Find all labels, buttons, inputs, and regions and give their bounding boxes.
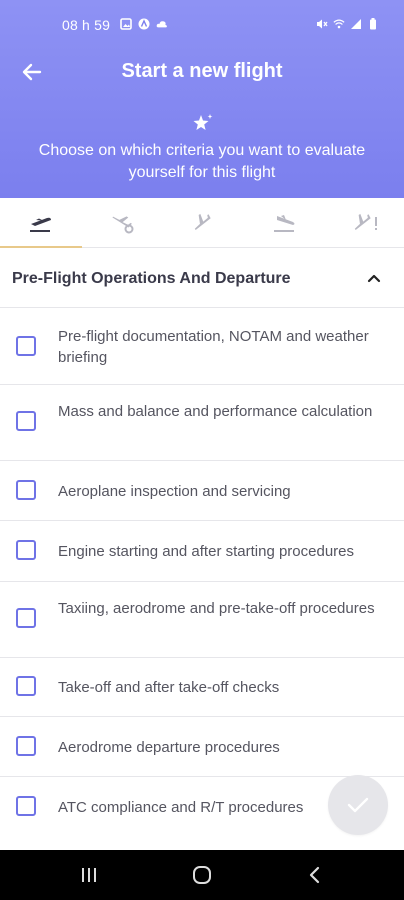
criteria-label: Take-off and after take-off checks bbox=[58, 679, 280, 696]
home-button[interactable] bbox=[189, 862, 215, 888]
plane-icon bbox=[194, 213, 211, 230]
cloud-icon bbox=[156, 21, 167, 28]
nav-back-button[interactable] bbox=[302, 862, 328, 888]
checkbox[interactable] bbox=[16, 336, 36, 356]
category-tabs bbox=[0, 198, 404, 248]
active-tab-indicator bbox=[0, 246, 82, 248]
subtitle: Choose on which criteria you want to eva… bbox=[38, 142, 366, 181]
home-icon bbox=[193, 866, 211, 884]
criteria-label: Aerodrome departure procedures bbox=[58, 739, 280, 756]
tab-plane-gear[interactable] bbox=[82, 198, 162, 248]
recents-icon bbox=[82, 868, 96, 882]
app-icon bbox=[138, 18, 150, 30]
checkbox[interactable] bbox=[16, 480, 36, 500]
criteria-label: Taxiing, aerodrome and pre-take-off proc… bbox=[58, 600, 375, 617]
signal-icon bbox=[351, 19, 361, 29]
page-title: Start a new flight bbox=[121, 60, 283, 82]
wifi-icon bbox=[333, 19, 345, 29]
sparkle-icon bbox=[193, 114, 213, 130]
tab-arrival[interactable] bbox=[244, 198, 324, 248]
back-icon bbox=[309, 866, 320, 884]
checkbox[interactable] bbox=[16, 736, 36, 756]
tab-plane[interactable] bbox=[163, 198, 243, 248]
arrival-icon bbox=[274, 215, 295, 232]
section-header[interactable]: Pre-Flight Operations And Departure bbox=[0, 250, 404, 308]
header: 08 h 59 Start a new flight Choose on whi… bbox=[0, 0, 404, 198]
tab-departure[interactable] bbox=[0, 198, 80, 248]
criteria-label: Engine starting and after starting proce… bbox=[58, 543, 355, 560]
checkbox[interactable] bbox=[16, 676, 36, 696]
recents-button[interactable] bbox=[76, 862, 102, 888]
criteria-label: Mass and balance and performance calcula… bbox=[58, 403, 373, 420]
mute-icon bbox=[317, 19, 328, 29]
status-time: 08 h 59 bbox=[62, 17, 111, 33]
list-item[interactable]: Take-off and after take-off checks bbox=[0, 658, 404, 717]
tab-plane-alert[interactable] bbox=[325, 198, 404, 248]
criteria-label: Aeroplane inspection and servicing bbox=[58, 483, 291, 500]
battery-icon bbox=[370, 18, 376, 30]
checkbox[interactable] bbox=[16, 608, 36, 628]
check-icon bbox=[347, 797, 369, 813]
list-item[interactable]: Aeroplane inspection and servicing bbox=[0, 461, 404, 521]
list-item[interactable]: Aerodrome departure procedures bbox=[0, 717, 404, 777]
criteria-label: Pre-flight documentation, NOTAM and weat… bbox=[58, 328, 369, 366]
chevron-up-icon[interactable] bbox=[364, 268, 384, 288]
list-item[interactable]: Mass and balance and performance calcula… bbox=[0, 385, 404, 461]
checkbox[interactable] bbox=[16, 411, 36, 431]
image-icon bbox=[120, 18, 132, 30]
plane-alert-icon bbox=[354, 213, 377, 230]
status-bar: 08 h 59 bbox=[0, 0, 404, 48]
checkbox[interactable] bbox=[16, 540, 36, 560]
list-item[interactable]: Engine starting and after starting proce… bbox=[0, 521, 404, 582]
confirm-button[interactable] bbox=[328, 775, 388, 835]
system-nav-bar bbox=[0, 850, 404, 900]
checkbox[interactable] bbox=[16, 796, 36, 816]
departure-icon bbox=[30, 217, 51, 232]
list-item[interactable]: Taxiing, aerodrome and pre-take-off proc… bbox=[0, 582, 404, 658]
list-item[interactable]: Pre-flight documentation, NOTAM and weat… bbox=[0, 308, 404, 385]
section-title: Pre-Flight Operations And Departure bbox=[12, 270, 291, 287]
plane-gear-icon bbox=[112, 216, 134, 234]
